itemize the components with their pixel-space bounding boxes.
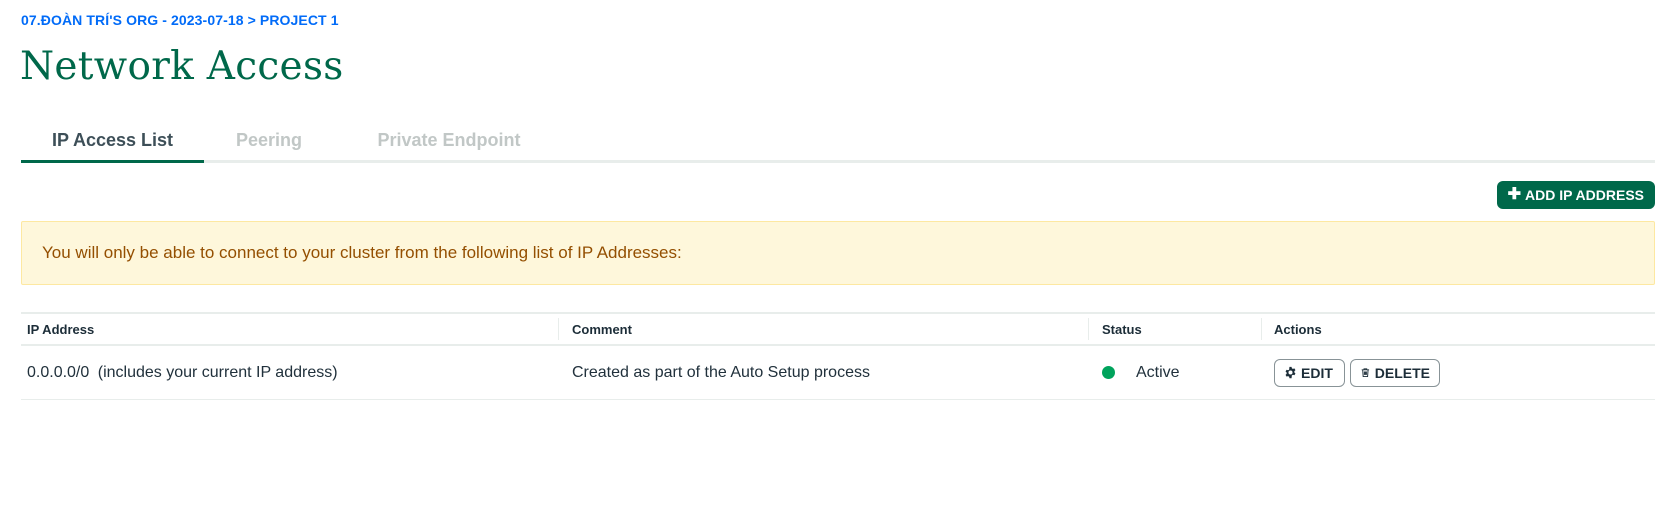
- comment-cell: Created as part of the Auto Setup proces…: [572, 363, 870, 381]
- delete-button-label: DELETE: [1374, 364, 1430, 381]
- tab-label: Peering: [235, 130, 303, 150]
- column-header-status: Status: [1089, 313, 1262, 345]
- delete-button[interactable]: DELETE: [1350, 358, 1440, 387]
- ip-access-table: IP Address Comment Status Actions 0.0.0.…: [21, 312, 1655, 400]
- tab-indicator: [204, 160, 334, 163]
- trash-icon: [1361, 368, 1370, 378]
- add-ip-address-label: ADD IP ADDRESS: [1524, 187, 1644, 203]
- tab-ip-access-list[interactable]: IP Access List: [21, 130, 204, 163]
- table-header-row: IP Address Comment Status Actions: [21, 313, 1655, 345]
- tab-private-endpoint[interactable]: Private Endpoint: [334, 130, 564, 163]
- status-active-dot-icon: [1102, 366, 1115, 379]
- table-row: 0.0.0.0/0 (includes your current IP addr…: [21, 345, 1655, 400]
- status-cell: Active: [1089, 345, 1262, 400]
- tab-peering[interactable]: Peering: [204, 130, 334, 163]
- notice-text: You will only be able to connect to your…: [42, 243, 682, 262]
- breadcrumb[interactable]: 07.ĐOÀN TRÍ'S ORG - 2023-07-18 > PROJECT…: [21, 12, 339, 28]
- edit-button[interactable]: EDIT: [1274, 358, 1345, 387]
- add-ip-address-button[interactable]: ✚ ADD IP ADDRESS: [1496, 181, 1655, 209]
- ip-address-cell: 0.0.0.0/0 (includes your current IP addr…: [21, 345, 559, 400]
- edit-button-label: EDIT: [1301, 364, 1333, 381]
- ip-address-value: 0.0.0.0/0: [27, 363, 90, 381]
- status-text: Active: [1136, 363, 1180, 381]
- column-header-comment: Comment: [559, 313, 1089, 345]
- plus-icon: ✚: [1507, 186, 1521, 203]
- tab-label: Private Endpoint: [377, 130, 521, 150]
- tab-label: IP Access List: [51, 130, 174, 150]
- column-header-actions: Actions: [1274, 321, 1322, 337]
- ip-access-notice-banner: You will only be able to connect to your…: [21, 221, 1655, 285]
- actions-cell: EDIT DELETE: [1262, 345, 1655, 400]
- gear-icon: [1285, 366, 1296, 379]
- ip-address-note: (includes your current IP address): [97, 363, 338, 381]
- tab-active-indicator: [21, 160, 204, 163]
- tab-bar: IP Access List Peering Private Endpoint: [21, 116, 1655, 163]
- tab-indicator: [334, 160, 564, 163]
- page-title: Network Access: [20, 44, 344, 89]
- column-header-ip-address: IP Address: [21, 313, 559, 345]
